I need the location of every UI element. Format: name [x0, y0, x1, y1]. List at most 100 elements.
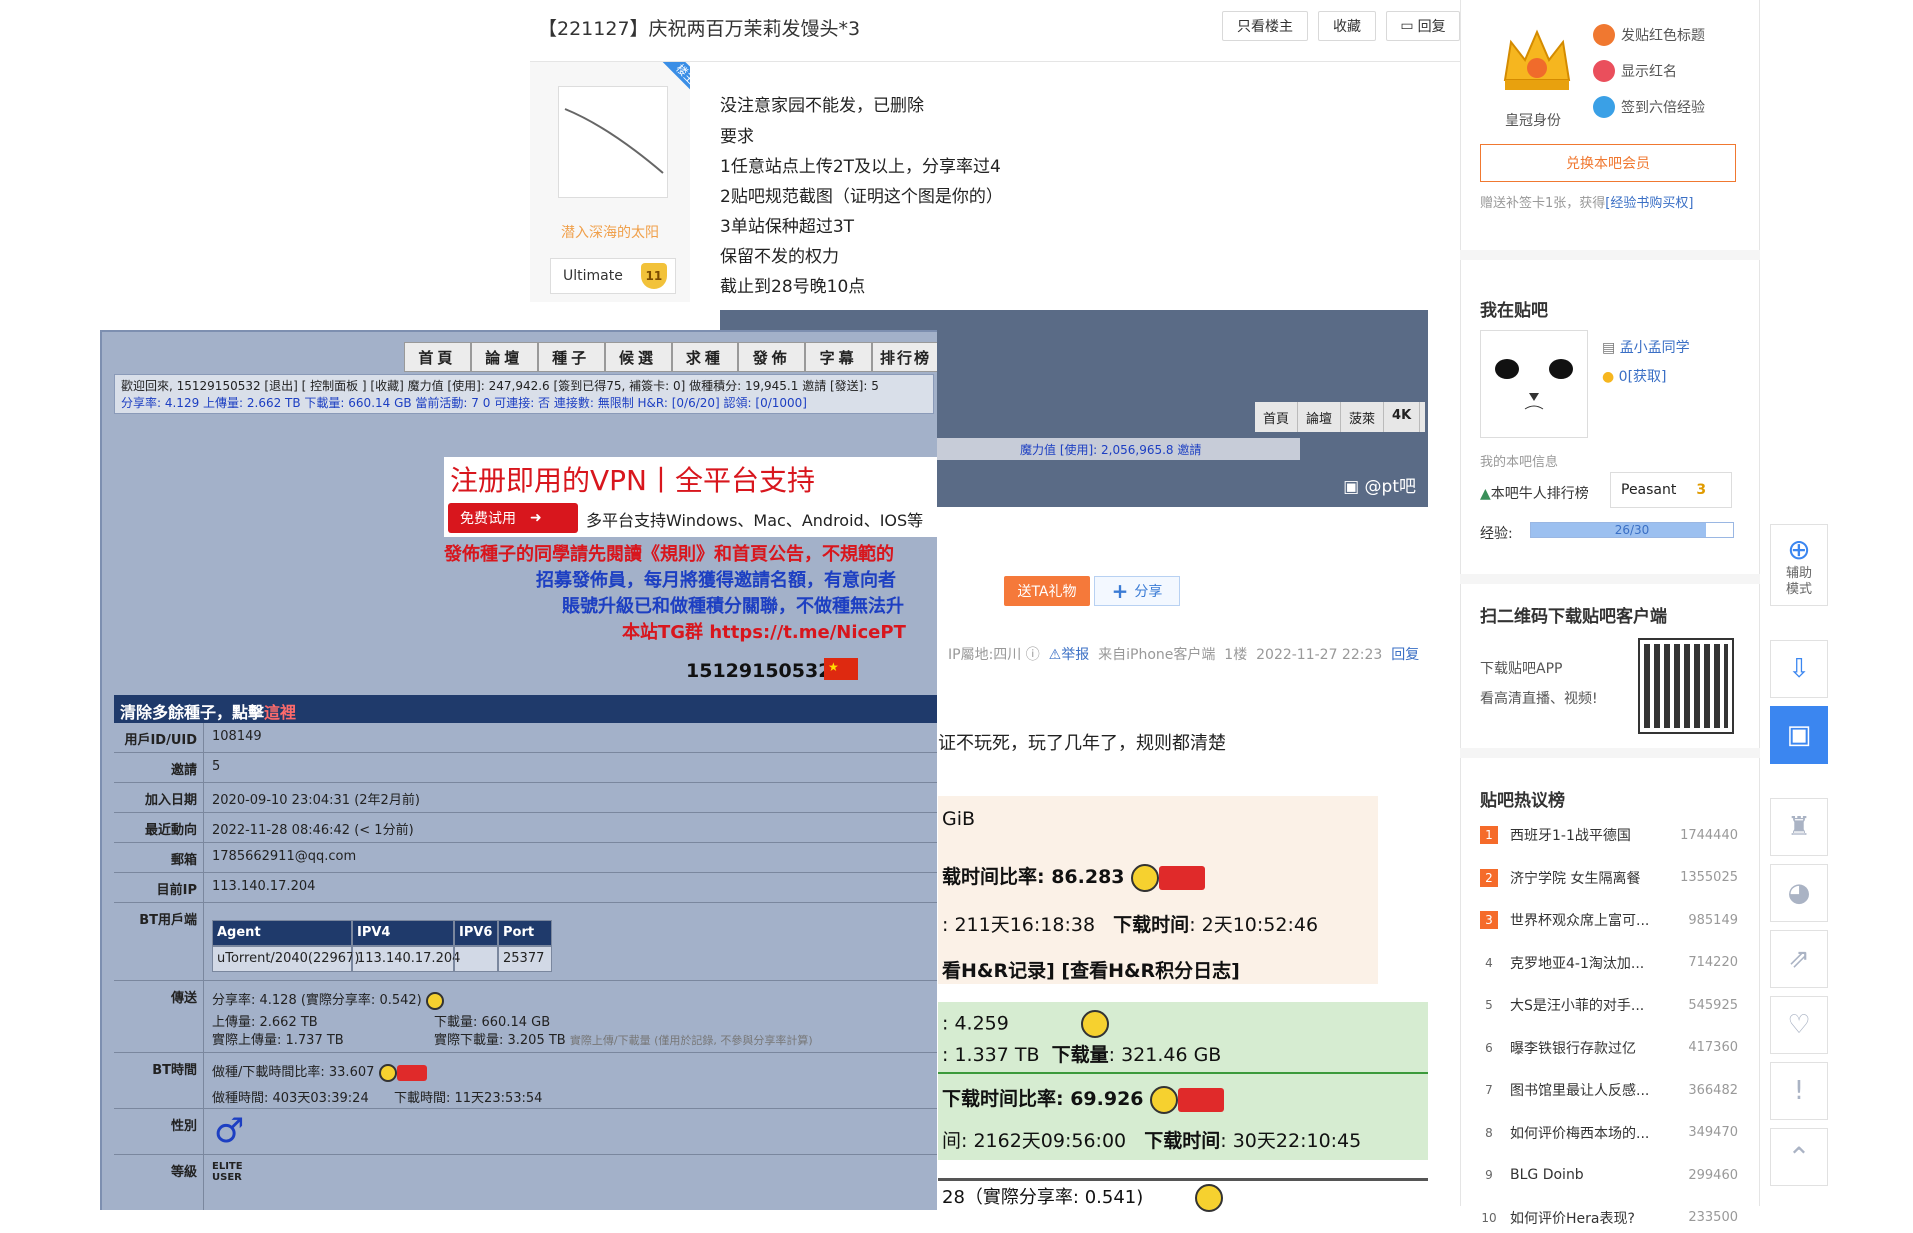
- smiley-icon: [378, 1063, 397, 1082]
- figure-icon: [1177, 1087, 1224, 1112]
- my-member: ● 0[获取]: [1602, 369, 1667, 385]
- hot-list-item[interactable]: 6 曝李铁银行存款过亿 417360: [1480, 1033, 1738, 1063]
- assist-mode-button[interactable]: ⊕ 辅助模式: [1770, 524, 1828, 606]
- back-to-top-button[interactable]: ⌃: [1770, 1128, 1828, 1186]
- post-line: 1任意站点上传2T及以上，分享率过4: [720, 157, 1001, 177]
- send-gift-button[interactable]: 送TA礼物: [1004, 576, 1090, 606]
- favorite-button[interactable]: 收藏: [1318, 11, 1376, 41]
- table-row: 性別 ♂: [114, 1109, 937, 1155]
- hot-count: 714220: [1688, 955, 1738, 970]
- hot-title: 西班牙1-1战平德国: [1510, 828, 1631, 844]
- message-button[interactable]: ▣: [1770, 706, 1828, 764]
- level-shield-icon: 11: [640, 263, 667, 289]
- hot-list-item[interactable]: 3 世界杯观众席上富可... 985149: [1480, 905, 1738, 935]
- hot-title: 曝李铁银行存款过亿: [1510, 1040, 1636, 1057]
- bear-button[interactable]: ◕: [1770, 864, 1828, 922]
- redeem-member-button[interactable]: 兑换本吧会员: [1480, 144, 1736, 182]
- pt-table-head: 清除多餘種子，點擊這裡: [114, 695, 937, 723]
- only-author-button[interactable]: 只看楼主: [1222, 11, 1308, 41]
- elite-user-class-icon: ELITE USER: [212, 1161, 243, 1183]
- pt-nav-item: 求種: [671, 342, 739, 372]
- hot-list-item[interactable]: 5 大S是汪小菲的对手... 545925: [1480, 990, 1738, 1020]
- figure-icon: [396, 1064, 427, 1081]
- screenshot-nav: 首頁 論壇 菠萊 4K: [1255, 402, 1425, 432]
- bear-icon: ◕: [1787, 878, 1811, 908]
- qr-text: 看高清直播、视频!: [1480, 691, 1598, 707]
- hot-count: 545925: [1688, 997, 1738, 1013]
- hot-title: BLG Doinb: [1510, 1167, 1584, 1183]
- hot-count: 985149: [1688, 912, 1738, 928]
- heart-icon: ♡: [1787, 1010, 1811, 1040]
- exp-progress-bar: 26/30: [1530, 522, 1734, 538]
- post-line: 要求: [720, 127, 754, 147]
- green-divider: [938, 1072, 1428, 1074]
- pt-notice: 賬號升級已和做種積分關聯，不做種無法升: [562, 596, 904, 617]
- smiley-icon: [1081, 1010, 1110, 1038]
- table-row: 用戶ID/UID 108149: [114, 723, 937, 753]
- author-level-badge[interactable]: Ultimate 11: [550, 258, 676, 294]
- qr-title: 扫二维码下载贴吧客户端: [1480, 607, 1667, 627]
- smiley-icon: [1149, 1085, 1178, 1114]
- like-button[interactable]: ♡: [1770, 996, 1828, 1054]
- hot-list-item[interactable]: 10 如何评价Hera表现? 233500: [1480, 1203, 1738, 1233]
- post-line: 没注意家园不能发，已删除: [720, 96, 924, 116]
- hot-title: 大S是汪小菲的对手...: [1510, 998, 1645, 1014]
- report-side-button[interactable]: !: [1770, 1062, 1828, 1120]
- my-avatar[interactable]: [1480, 330, 1588, 438]
- table-row: 郵箱 1785662911@qq.com: [114, 843, 937, 873]
- pt-notice: 發佈種子的同學請先閱讀《規則》和首頁公告，不規範的: [444, 544, 894, 565]
- hot-list-item[interactable]: 8 如何评价梅西本场的... 349470: [1480, 1118, 1738, 1148]
- hot-title: 世界杯观众席上富可...: [1510, 913, 1650, 929]
- sidebar-divider: [1460, 574, 1760, 584]
- exp-book-link[interactable]: [经验书购买权]: [1605, 196, 1693, 211]
- pt-nav-item: 候選: [604, 342, 672, 372]
- star-level-icon: 3: [1696, 482, 1707, 498]
- download-app-button[interactable]: ⇩: [1770, 640, 1828, 698]
- share-side-button[interactable]: ⇗: [1770, 930, 1828, 988]
- post-line: 3单站保种超过3T: [720, 217, 855, 237]
- report-link[interactable]: ⚠举报: [1049, 647, 1090, 663]
- avatar-line-graphic: [564, 108, 664, 174]
- accessibility-icon: ⊕: [1787, 532, 1811, 566]
- crown-icon: [1503, 29, 1571, 90]
- hot-count: 299460: [1688, 1167, 1738, 1183]
- get-member-link[interactable]: [获取]: [1628, 369, 1667, 385]
- table-row: 加入日期 2020-09-10 23:04:31 (2年2月前): [114, 783, 937, 813]
- watermark: ▣ @pt吧: [1343, 477, 1416, 497]
- robot-button[interactable]: ♜: [1770, 798, 1828, 856]
- bt-client-table: Agent IPV4 IPV6 Port uTorrent/2040(22967) 11…: [212, 920, 552, 972]
- hot-list-item[interactable]: 4 克罗地亚4-1淘汰加... 714220: [1480, 948, 1738, 978]
- table-row: 最近動向 2022-11-28 08:46:42 (< 1分前): [114, 813, 937, 843]
- rank-label[interactable]: ▲本吧牛人排行榜: [1480, 483, 1589, 503]
- floor-reply-link[interactable]: 回复: [1391, 647, 1419, 663]
- my-username[interactable]: ▤ 孟小孟同学: [1602, 337, 1690, 357]
- hot-title: 如何评价Hera表现?: [1510, 1210, 1635, 1227]
- pt-profile-screenshot[interactable]: 首頁 論壇 種子 候選 求種 發佈 字幕 排行榜 歡迎回來, 151291505…: [100, 330, 937, 1210]
- hot-rank: 8: [1485, 1125, 1493, 1140]
- hot-list-item[interactable]: 2 济宁学院 女生隔离餐 1355025: [1480, 863, 1738, 893]
- pt-nav-item: 種子: [537, 342, 605, 372]
- share-button[interactable]: + 分享: [1094, 576, 1180, 606]
- hot-list-item[interactable]: 1 西班牙1-1战平德国 1744440: [1480, 820, 1738, 850]
- pt-notice: 本站TG群 https://t.me/NicePT: [622, 622, 906, 643]
- post-line: 截止到28号晚10点: [720, 277, 866, 297]
- pt-notice: 招募發佈員，每月將獲得邀請名額，有意向者: [536, 570, 896, 591]
- author-avatar[interactable]: [558, 86, 668, 198]
- hot-rank: 10: [1481, 1210, 1497, 1225]
- hot-count: 417360: [1688, 1040, 1738, 1055]
- weibo-icon: ▣: [1343, 477, 1365, 497]
- pt-nav: 首頁 論壇 種子 候選 求種 發佈 字幕 排行榜: [404, 342, 937, 372]
- hot-count: 1744440: [1680, 827, 1738, 843]
- vip-icon: ●: [1602, 369, 1615, 385]
- post-line: 保留不发的权力: [720, 247, 839, 267]
- reply-button[interactable]: ▭ 回复: [1386, 11, 1460, 41]
- pt-nav-item: 論壇: [470, 342, 538, 372]
- perk-red-name: 显示红名: [1593, 60, 1677, 82]
- hot-count: 366482: [1688, 1082, 1738, 1098]
- author-name[interactable]: 潜入深海的太阳: [530, 222, 690, 242]
- hot-list-item[interactable]: 7 图书馆里最让人反感... 366482: [1480, 1075, 1738, 1105]
- perk-exp: 签到六倍经验: [1593, 96, 1705, 118]
- pt-nav-item: 首頁: [404, 342, 471, 372]
- hot-list-item[interactable]: 9 BLG Doinb 299460: [1480, 1160, 1738, 1190]
- plus-icon: +: [1111, 579, 1129, 603]
